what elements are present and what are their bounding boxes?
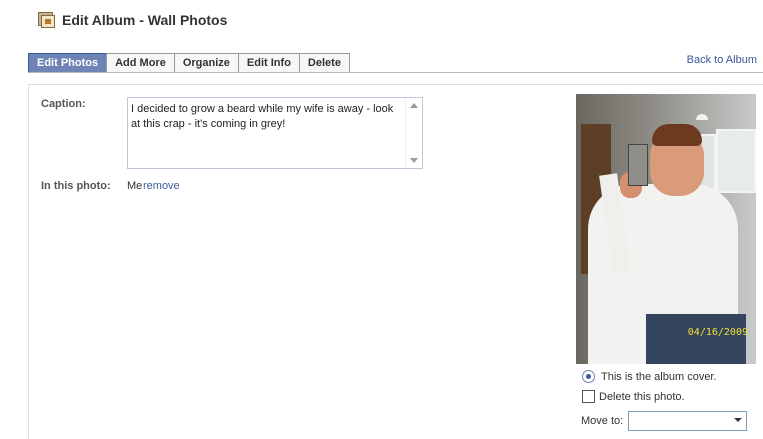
tab-organize[interactable]: Organize	[173, 53, 239, 72]
remove-tag-link[interactable]: remove	[143, 180, 180, 192]
scroll-up-arrow-icon[interactable]	[410, 103, 418, 108]
tab-edit-photos[interactable]: Edit Photos	[28, 53, 108, 72]
page-title: Edit Album - Wall Photos	[62, 12, 228, 28]
move-to-select[interactable]	[628, 411, 747, 431]
album-cover-radio[interactable]	[582, 370, 595, 383]
dropdown-arrow-icon	[734, 418, 742, 422]
delete-photo-option[interactable]: Delete this photo.	[582, 390, 685, 403]
tab-delete[interactable]: Delete	[298, 53, 350, 72]
back-to-album-link[interactable]: Back to Album	[687, 54, 757, 66]
album-cover-label: This is the album cover.	[601, 370, 717, 383]
album-cover-option[interactable]: This is the album cover.	[582, 370, 717, 383]
caption-scrollbar[interactable]	[405, 98, 422, 168]
caption-text: I decided to grow a beard while my wife …	[131, 103, 394, 130]
move-to-label: Move to:	[581, 415, 624, 427]
tab-divider	[28, 72, 763, 73]
photo-date-stamp: 04/16/2009	[687, 327, 748, 338]
delete-photo-checkbox[interactable]	[582, 390, 595, 403]
photo-album-icon	[38, 12, 55, 28]
tab-edit-info[interactable]: Edit Info	[237, 53, 300, 72]
tab-bar: Edit Photos Add More Organize Edit Info …	[28, 53, 350, 72]
delete-photo-label: Delete this photo.	[599, 390, 685, 403]
caption-textarea[interactable]: I decided to grow a beard while my wife …	[127, 97, 423, 169]
caption-label: Caption:	[41, 98, 86, 110]
tagged-person-name: Me	[127, 180, 143, 192]
scroll-down-arrow-icon[interactable]	[410, 158, 418, 163]
title-bar: Edit Album - Wall Photos	[38, 10, 227, 30]
photo-thumbnail: 04/16/2009	[576, 94, 756, 364]
in-this-photo-label: In this photo:	[41, 180, 111, 192]
tab-add-more[interactable]: Add More	[106, 53, 175, 72]
